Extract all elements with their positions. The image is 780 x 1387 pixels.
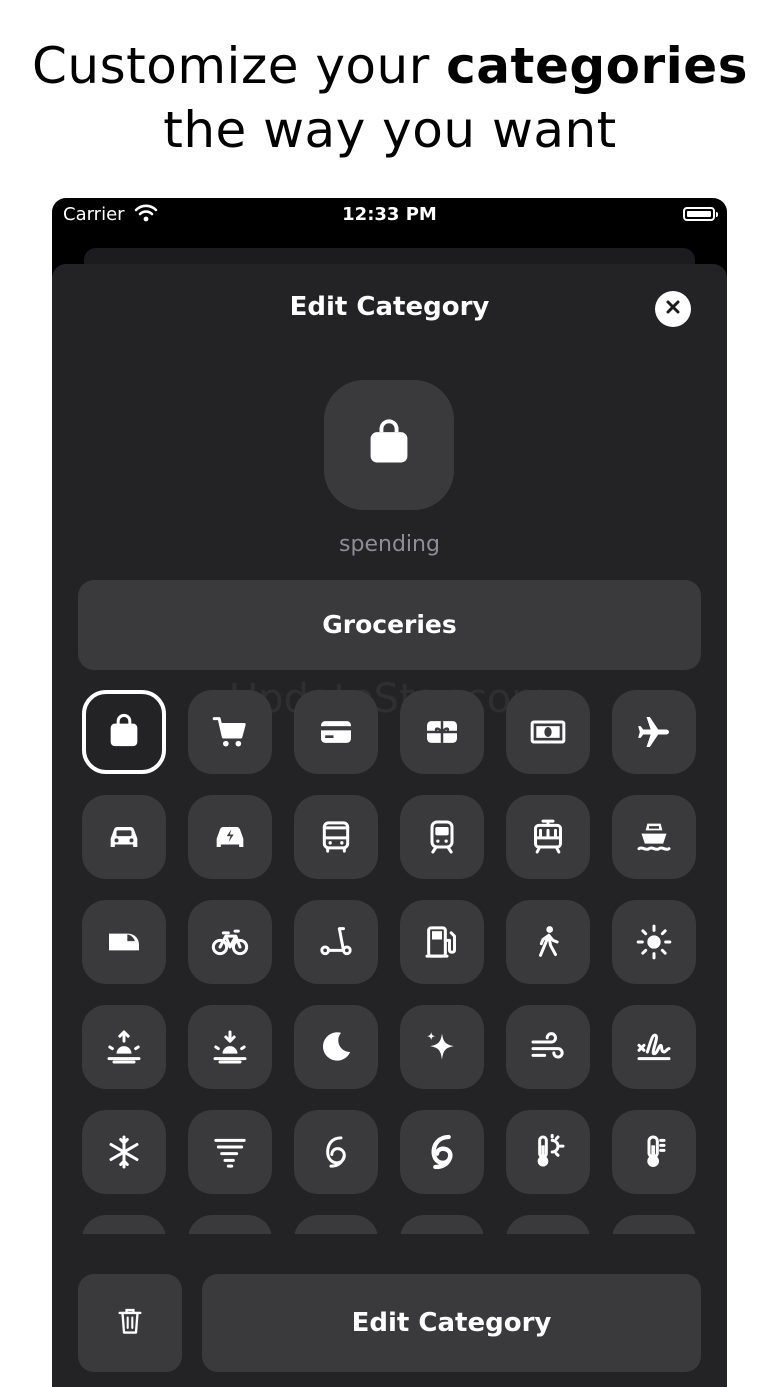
icon-option[interactable] bbox=[612, 795, 696, 879]
headline-emphasis: categories bbox=[446, 37, 748, 95]
icon-option[interactable] bbox=[188, 795, 272, 879]
trash-icon bbox=[116, 1306, 144, 1340]
headline: Customize your categories the way you wa… bbox=[0, 34, 780, 162]
creditcard-icon bbox=[316, 712, 356, 752]
bullet-train-icon bbox=[104, 922, 144, 962]
icon-option[interactable] bbox=[400, 690, 484, 774]
bottom-actions: Edit Category bbox=[52, 1274, 727, 1387]
icon-option[interactable] bbox=[188, 1005, 272, 1089]
icon-option[interactable] bbox=[294, 1110, 378, 1194]
bag-icon bbox=[363, 417, 415, 473]
icon-option[interactable] bbox=[188, 1110, 272, 1194]
icon-option[interactable] bbox=[294, 900, 378, 984]
scooter-icon bbox=[316, 922, 356, 962]
headline-line-2: the way you want bbox=[163, 101, 617, 159]
snowflake-icon bbox=[104, 1132, 144, 1172]
icon-option[interactable] bbox=[82, 795, 166, 879]
signature-icon bbox=[634, 1027, 674, 1067]
icon-option[interactable] bbox=[188, 900, 272, 984]
walking-figure-icon bbox=[528, 922, 568, 962]
icon-option[interactable] bbox=[82, 1110, 166, 1194]
thermometer-sun-icon bbox=[528, 1132, 568, 1172]
icon-option[interactable] bbox=[400, 900, 484, 984]
tornado-icon bbox=[210, 1132, 250, 1172]
airplane-icon bbox=[634, 712, 674, 752]
headline-prefix: Customize your bbox=[32, 37, 447, 95]
sun-icon bbox=[634, 922, 674, 962]
sunset-icon bbox=[210, 1027, 250, 1067]
hurricane-icon bbox=[422, 1132, 462, 1172]
icon-option[interactable] bbox=[506, 1005, 590, 1089]
icon-option[interactable] bbox=[188, 1215, 272, 1234]
icon-option[interactable] bbox=[400, 1110, 484, 1194]
icon-option[interactable] bbox=[612, 1215, 696, 1234]
icon-option[interactable] bbox=[506, 795, 590, 879]
bag-icon bbox=[104, 712, 144, 752]
ferry-icon bbox=[634, 817, 674, 857]
icon-option[interactable] bbox=[612, 1110, 696, 1194]
icon-option[interactable] bbox=[506, 1215, 590, 1234]
icon-option[interactable] bbox=[294, 1215, 378, 1234]
icon-option[interactable] bbox=[400, 1215, 484, 1234]
cart-icon bbox=[210, 712, 250, 752]
sheet-title: Edit Category bbox=[289, 292, 490, 322]
icon-option[interactable] bbox=[400, 1005, 484, 1089]
edit-category-button[interactable]: Edit Category bbox=[202, 1274, 701, 1372]
phone-screen: Carrier 12:33 PM UpdateStar.com Edit Cat… bbox=[52, 198, 727, 1387]
icon-option[interactable] bbox=[506, 1110, 590, 1194]
giftcard-icon bbox=[422, 712, 462, 752]
icon-option[interactable] bbox=[294, 1005, 378, 1089]
banknote-icon bbox=[528, 712, 568, 752]
status-bar: Carrier 12:33 PM bbox=[52, 198, 727, 234]
icon-option[interactable] bbox=[294, 690, 378, 774]
icon-grid-scroll[interactable] bbox=[78, 686, 708, 1234]
icon-option[interactable] bbox=[612, 1005, 696, 1089]
icon-option[interactable] bbox=[612, 900, 696, 984]
icon-option[interactable] bbox=[294, 795, 378, 879]
icon-option[interactable] bbox=[400, 795, 484, 879]
bus-icon bbox=[316, 817, 356, 857]
icon-grid bbox=[78, 686, 708, 1234]
edit-category-sheet: UpdateStar.com Edit Category spending Gr… bbox=[52, 264, 727, 1387]
tram-icon bbox=[422, 817, 462, 857]
sunrise-icon bbox=[104, 1027, 144, 1067]
close-button[interactable] bbox=[655, 291, 691, 327]
icon-option[interactable] bbox=[82, 690, 166, 774]
category-name-field[interactable]: Groceries bbox=[78, 580, 701, 670]
delete-button[interactable] bbox=[78, 1274, 182, 1372]
bicycle-icon bbox=[210, 922, 250, 962]
headline-line-1: Customize your categories bbox=[0, 34, 780, 98]
icon-option[interactable] bbox=[188, 690, 272, 774]
icon-option[interactable] bbox=[82, 900, 166, 984]
tropical-storm-icon bbox=[316, 1132, 356, 1172]
cablecar-tram-icon bbox=[528, 817, 568, 857]
status-time: 12:33 PM bbox=[342, 204, 437, 225]
moon-icon bbox=[316, 1027, 356, 1067]
wind-icon bbox=[528, 1027, 568, 1067]
close-icon bbox=[665, 299, 681, 319]
car-icon bbox=[104, 817, 144, 857]
icon-option[interactable] bbox=[506, 900, 590, 984]
icon-option[interactable] bbox=[612, 690, 696, 774]
battery-icon bbox=[683, 207, 718, 221]
icon-option[interactable] bbox=[506, 690, 590, 774]
icon-option[interactable] bbox=[82, 1005, 166, 1089]
fuelpump-icon bbox=[422, 922, 462, 962]
thermometer-icon bbox=[634, 1132, 674, 1172]
sparkles-icon bbox=[422, 1027, 462, 1067]
category-preview bbox=[324, 380, 454, 510]
category-type-label: spending bbox=[339, 532, 440, 557]
electric-car-icon bbox=[210, 817, 250, 857]
icon-option[interactable] bbox=[82, 1215, 166, 1234]
